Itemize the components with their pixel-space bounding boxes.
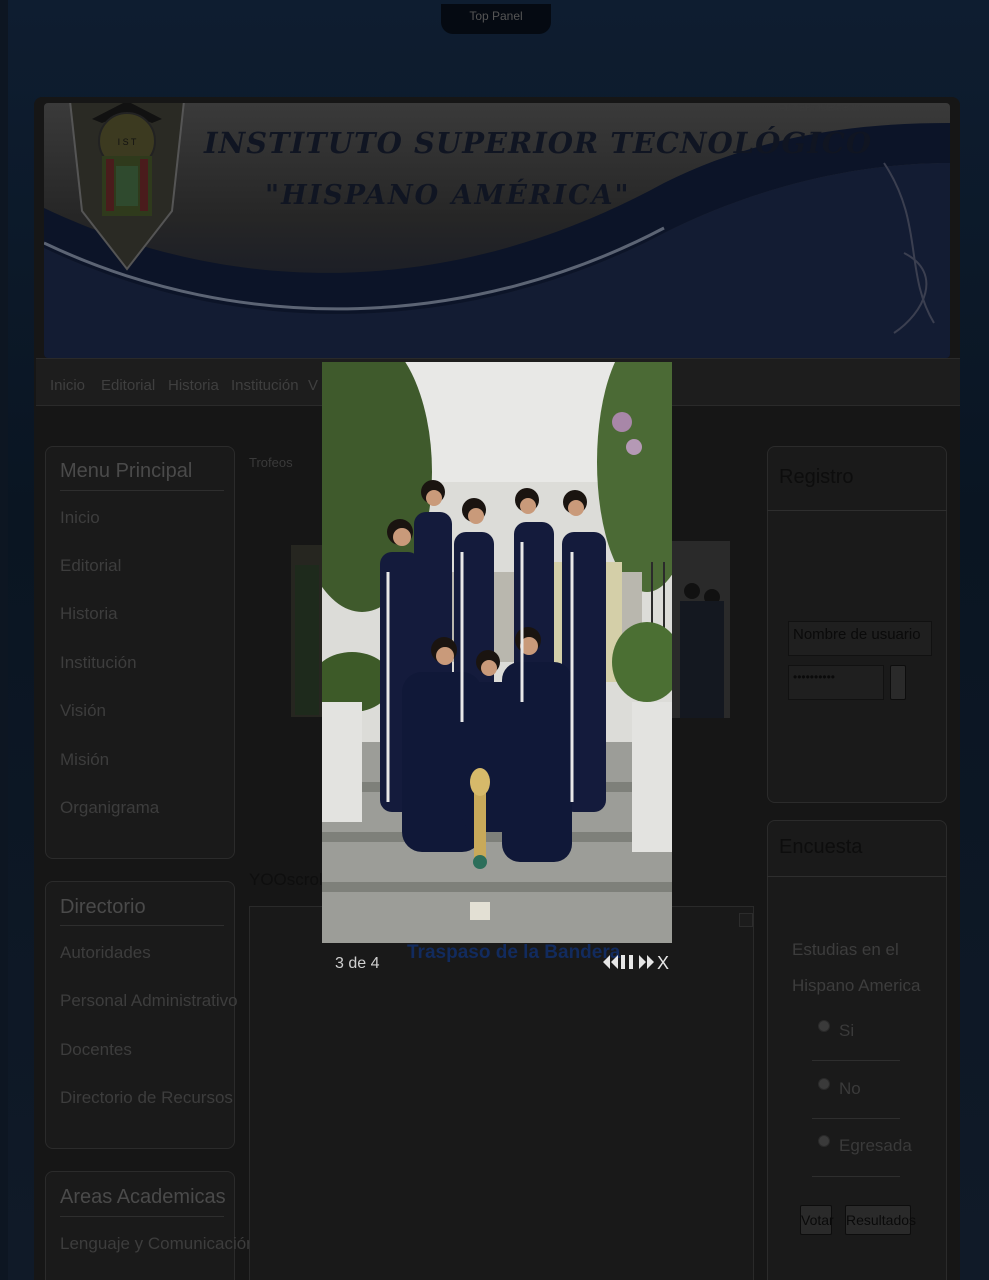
- directorio-panel: [45, 881, 235, 1149]
- thumbnail-image: [672, 541, 730, 718]
- divider: [60, 1216, 224, 1217]
- divider: [767, 510, 947, 511]
- svg-text:I S T: I S T: [118, 137, 137, 147]
- encuesta-title: Encuesta: [779, 836, 863, 858]
- directorio-item-docentes[interactable]: Docentes: [60, 1040, 132, 1060]
- gallery-thumbnail[interactable]: [291, 545, 323, 717]
- poll-option-label: No: [839, 1079, 861, 1098]
- divider: [60, 925, 224, 926]
- nav-item-historia[interactable]: Historia: [168, 377, 219, 394]
- divider: [812, 1118, 900, 1119]
- directorio-item-directorio-de-recursos[interactable]: Directorio de Recursos: [60, 1088, 233, 1108]
- poll-option-label: Si: [839, 1021, 855, 1040]
- lightbox-image[interactable]: [322, 362, 672, 943]
- divider: [767, 876, 947, 877]
- directorio-title: Directorio: [60, 896, 146, 918]
- username-input[interactable]: Nombre de usuario: [788, 621, 932, 656]
- directorio-item-personal-administrativo[interactable]: Personal Administrativo: [60, 991, 238, 1011]
- poll-radio-egresada[interactable]: [818, 1135, 830, 1147]
- password-input[interactable]: ••••••••••: [788, 665, 884, 700]
- thumbnail-image: [291, 545, 323, 717]
- nav-item-vision[interactable]: V: [308, 377, 318, 394]
- areas-academicas-title: Areas Academicas: [60, 1186, 226, 1208]
- menu-principal-title: Menu Principal: [60, 460, 193, 482]
- nav-item-institucion[interactable]: Institución: [231, 377, 299, 394]
- poll-option-label: Egresada: [839, 1136, 912, 1155]
- nav-item-inicio[interactable]: Inicio: [50, 377, 85, 394]
- menu-item-vision[interactable]: Visión: [60, 701, 106, 721]
- nav-item-editorial[interactable]: Editorial: [101, 377, 155, 394]
- areas-item-lenguaje[interactable]: Lenguaje y Comunicación: [60, 1234, 256, 1254]
- poll-radio-si[interactable]: [818, 1020, 830, 1032]
- menu-item-organigrama[interactable]: Organigrama: [60, 798, 159, 818]
- results-button[interactable]: Resultados: [845, 1205, 916, 1235]
- advertisement-label: ADVERTISEMENT: [779, 103, 862, 113]
- next-icon[interactable]: [638, 953, 656, 977]
- gallery-thumbnail[interactable]: [672, 541, 730, 718]
- scroll-up-arrow[interactable]: [739, 913, 753, 927]
- divider: [60, 490, 224, 491]
- menu-item-historia[interactable]: Historia: [60, 604, 118, 624]
- login-submit-button[interactable]: [890, 665, 906, 700]
- registro-title: Registro: [779, 466, 854, 488]
- menu-item-inicio[interactable]: Inicio: [60, 508, 100, 528]
- divider: [812, 1060, 900, 1061]
- institute-crest-logo: I S T: [69, 103, 185, 271]
- institute-title: INSTITUTO SUPERIOR TECNOLÓGICO: [204, 126, 873, 160]
- team-trophy-photo: [322, 362, 672, 943]
- top-panel-tab[interactable]: Top Panel: [441, 4, 551, 34]
- poll-radio-no[interactable]: [818, 1078, 830, 1090]
- menu-item-mision[interactable]: Misión: [60, 750, 109, 770]
- close-icon[interactable]: X: [657, 953, 669, 974]
- poll-question: Estudias en el Hispano America: [792, 940, 921, 995]
- vote-button[interactable]: Votar: [800, 1205, 834, 1235]
- lightbox-counter: 3 de 4: [335, 955, 380, 972]
- lightbox-caption: Traspaso de la Bandera: [407, 942, 621, 963]
- directorio-item-autoridades[interactable]: Autoridades: [60, 943, 151, 963]
- menu-item-institucion[interactable]: Institución: [60, 653, 137, 673]
- previous-icon[interactable]: [601, 953, 619, 977]
- institute-subtitle: "HISPANO AMÉRICA": [265, 180, 631, 211]
- pause-icon[interactable]: [620, 953, 634, 977]
- trofeos-label: Trofeos: [249, 455, 293, 470]
- menu-item-editorial[interactable]: Editorial: [60, 556, 121, 576]
- divider: [812, 1176, 900, 1177]
